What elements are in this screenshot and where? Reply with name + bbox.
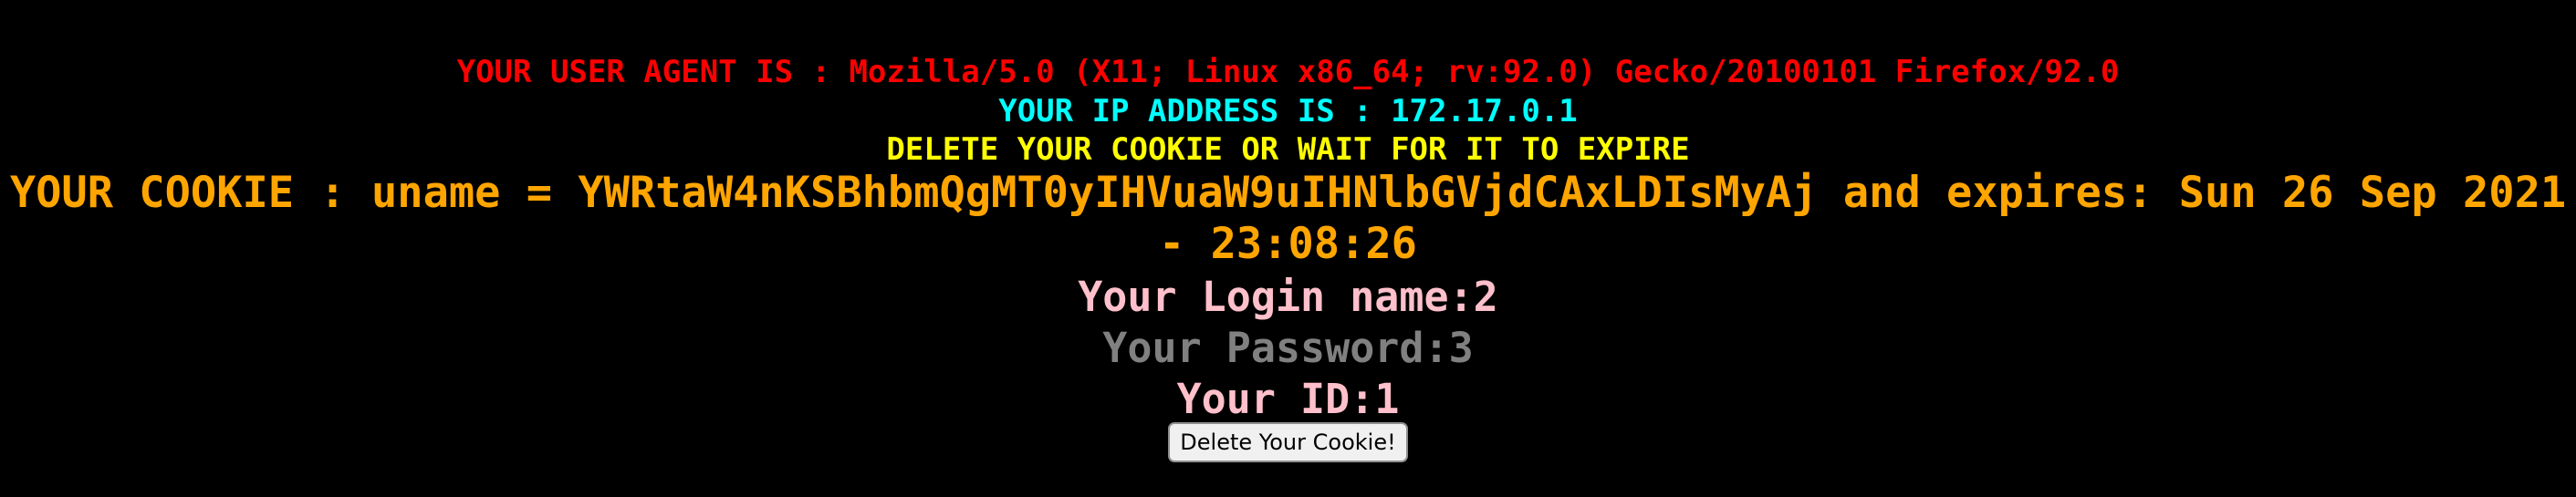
delete-cookie-notice: DELETE YOUR COOKIE OR WAIT FOR IT TO EXP…: [886, 131, 1690, 168]
cookie-info-line1: YOUR COOKIE : uname = YWRtaW4nKSBhbmQgMT…: [9, 168, 2567, 218]
ip-address-text: YOUR IP ADDRESS IS : 172.17.0.1: [998, 93, 1578, 129]
password-text: Your Password:3: [1102, 324, 1474, 372]
cookie-info: YOUR COOKIE : uname = YWRtaW4nKSBhbmQgMT…: [0, 168, 2576, 270]
login-name-text: Your Login name:2: [1078, 273, 1498, 321]
user-id-text: Your ID:1: [1176, 375, 1400, 423]
page-body: YOUR USER AGENT IS : Mozilla/5.0 (X11; L…: [0, 0, 2576, 497]
delete-form: Delete Your Cookie!: [0, 422, 2576, 462]
user-agent-text: YOUR USER AGENT IS : Mozilla/5.0 (X11; L…: [456, 54, 2120, 90]
delete-cookie-button[interactable]: Delete Your Cookie!: [1168, 422, 1408, 462]
cookie-info-line2: - 23:08:26: [1159, 219, 1417, 269]
